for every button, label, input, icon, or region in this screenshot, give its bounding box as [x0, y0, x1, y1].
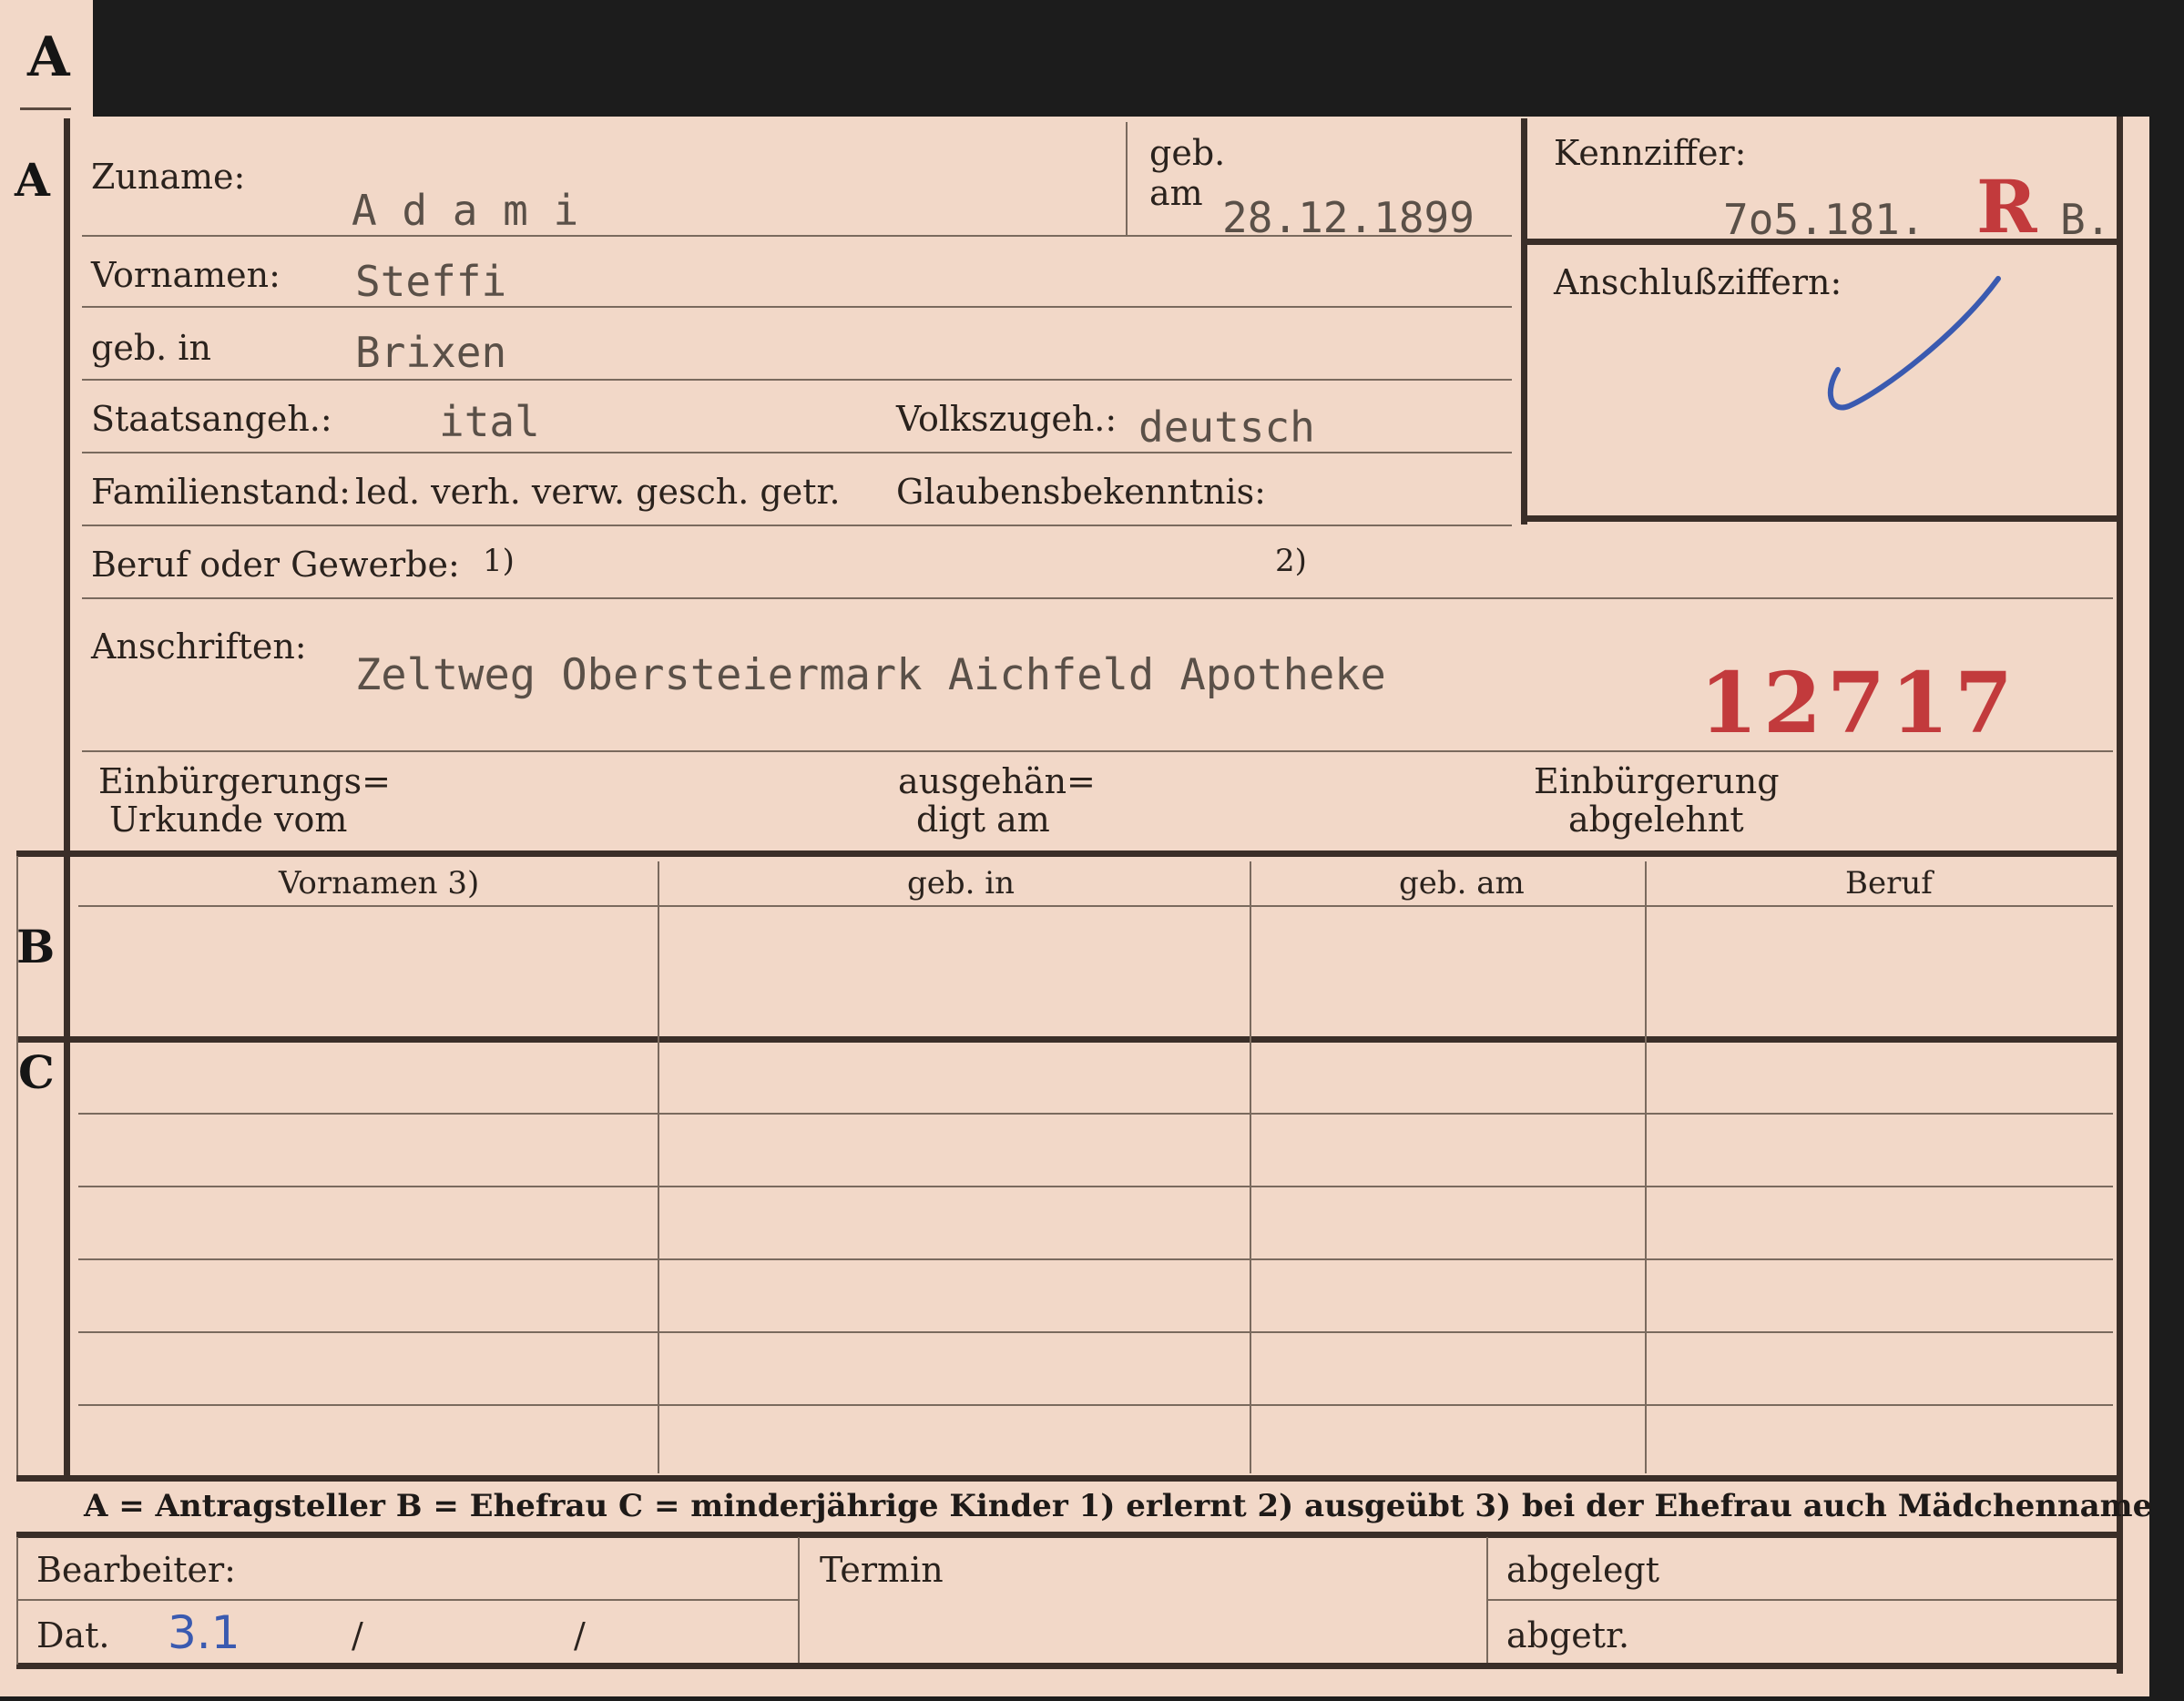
- given-names-value: Steffi: [355, 257, 507, 306]
- handed-out-label-1: ausgehän=: [898, 761, 1096, 801]
- col-header-occupation: Beruf: [1845, 865, 1933, 901]
- footer-divider-1: [798, 1537, 800, 1663]
- legend-line: A = Antragsteller B = Ehefrau C = minder…: [84, 1488, 2153, 1524]
- religion-label: Glaubensbekenntnis:: [896, 472, 1266, 512]
- col-header-given-names: Vornamen 3): [279, 865, 480, 901]
- col-header-birthplace: geb. in: [907, 865, 1015, 901]
- rule-b-header: [78, 905, 2113, 907]
- citizenship-value: ital: [439, 397, 540, 446]
- deadline-label: Termin: [820, 1550, 944, 1590]
- col-header-birth-date: geb. am: [1399, 865, 1525, 901]
- rule-card-bottom: [16, 1663, 2122, 1669]
- rule-c-row-1: [78, 1113, 2113, 1115]
- date-label: Dat.: [36, 1615, 110, 1655]
- address-value: Zeltweg Obersteiermark Aichfeld Apotheke: [355, 650, 1386, 700]
- section-b-letter: B: [16, 920, 56, 973]
- filed-label: abgelegt: [1506, 1550, 1660, 1590]
- birth-date-label-2: am: [1149, 173, 1203, 213]
- footer-rule-right: [1486, 1599, 2117, 1601]
- birth-date-label-1: geb.: [1149, 133, 1226, 173]
- footer-rule-left: [18, 1599, 798, 1601]
- naturalization-doc-label-2: Urkunde vom: [109, 800, 348, 840]
- rule-section-c-top: [16, 1036, 2122, 1043]
- check-mark-icon: [1828, 276, 2001, 411]
- rule-legend-bottom: [16, 1532, 2122, 1538]
- rule-c-row-2: [78, 1186, 2113, 1187]
- separated-label: abgetr.: [1506, 1615, 1630, 1655]
- right-border: [2117, 117, 2123, 1674]
- section-c-letter: C: [18, 1045, 55, 1099]
- birth-date-divider: [1126, 122, 1128, 235]
- id-box-left: [1521, 118, 1527, 525]
- surname-label: Zuname:: [91, 157, 246, 197]
- handed-out-label-2: digt am: [916, 800, 1050, 840]
- footer-left-rule: [16, 1537, 18, 1665]
- naturalization-rejected-label-2: abgelehnt: [1568, 800, 1744, 840]
- id-box-bottom: [1521, 515, 2122, 522]
- rule-legend-top: [16, 1475, 2122, 1482]
- rule-birthplace: [82, 379, 1512, 381]
- rule-occupation: [82, 597, 2113, 599]
- connection-numbers-label: Anschlußziffern:: [1554, 262, 1842, 302]
- marital-status-label: Familienstand:: [91, 472, 351, 512]
- corner-letter: A: [27, 25, 70, 89]
- occupation-note-1: 1): [483, 543, 515, 579]
- given-names-label: Vornamen:: [91, 255, 281, 295]
- date-slash-1: /: [352, 1615, 363, 1655]
- occupation-note-2: 2): [1275, 543, 1307, 579]
- naturalization-rejected-label-1: Einbürgerung: [1534, 761, 1780, 801]
- date-slash-2: /: [574, 1615, 586, 1655]
- id-red-mark: R: [1976, 164, 2037, 250]
- ethnicity-label: Volkszugeh.:: [896, 399, 1118, 439]
- address-label: Anschriften:: [91, 626, 307, 667]
- id-number-value: 7o5.181.: [1723, 195, 1925, 244]
- birth-date-value: 28.12.1899: [1222, 193, 1475, 242]
- date-handwritten-value: 3.1: [168, 1606, 240, 1659]
- col-divider-3: [1645, 861, 1647, 1473]
- rule-c-row-3: [78, 1258, 2113, 1260]
- id-number-label: Kennziffer:: [1554, 133, 1747, 173]
- rule-marital: [82, 525, 1512, 526]
- rule-citizenship: [82, 452, 1512, 453]
- birthplace-label: geb. in: [91, 328, 211, 368]
- rule-c-row-4: [78, 1331, 2113, 1333]
- ethnicity-value: deutsch: [1138, 402, 1315, 452]
- col-divider-2: [1250, 861, 1251, 1473]
- rule-c-row-5: [78, 1404, 2113, 1406]
- citizenship-label: Staatsangeh.:: [91, 399, 332, 439]
- corner-underline: [20, 107, 71, 110]
- id-number-suffix: B.: [2060, 195, 2111, 244]
- section-a-letter: A: [15, 153, 50, 207]
- col-divider-1: [658, 861, 659, 1473]
- marital-status-options: led. verh. verw. gesch. getr.: [355, 472, 841, 512]
- surname-value: A d a m i: [352, 186, 579, 235]
- stamp-number: 12717: [1699, 654, 2019, 752]
- rule-given-names: [82, 306, 1512, 308]
- left-margin-rule: [64, 118, 70, 1475]
- naturalization-doc-label-1: Einbürgerungs=: [98, 761, 391, 801]
- processor-label: Bearbeiter:: [36, 1550, 236, 1590]
- birthplace-value: Brixen: [355, 328, 507, 377]
- corner-tab: A: [0, 0, 93, 117]
- occupation-label: Beruf oder Gewerbe:: [91, 545, 460, 585]
- rule-section-b-top: [16, 850, 2122, 857]
